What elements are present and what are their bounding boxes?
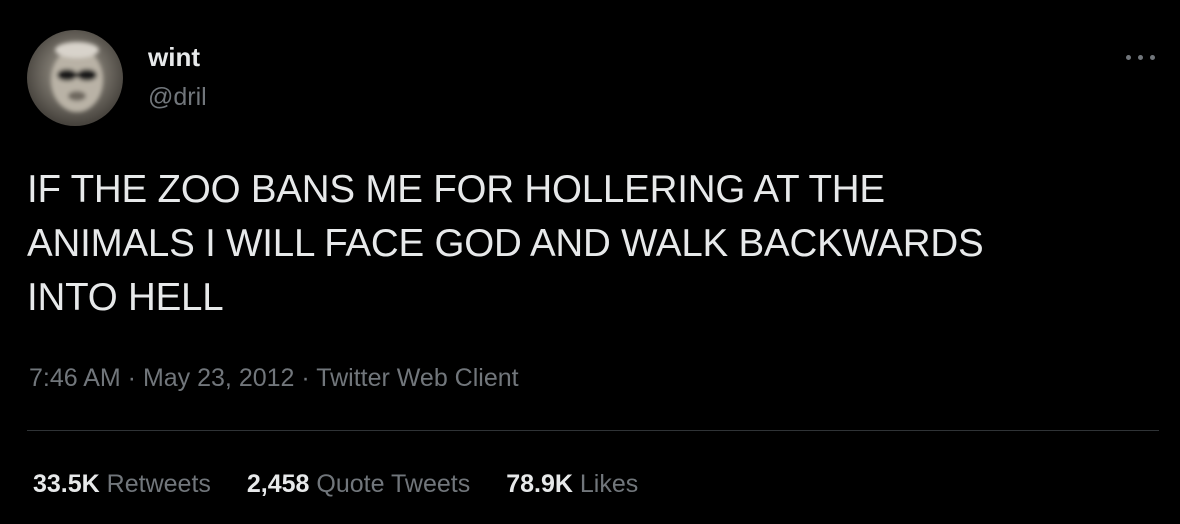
quote-tweets-label: Quote Tweets	[316, 470, 471, 498]
tweet-text: IF THE ZOO BANS ME FOR HOLLERING AT THE …	[27, 168, 984, 319]
tweet-source[interactable]: Twitter Web Client	[316, 364, 518, 392]
retweets-count: 33.5K	[33, 470, 100, 498]
profile-photo-icon	[51, 42, 103, 112]
likes-count: 78.9K	[506, 470, 573, 498]
likes-stat[interactable]: 78.9K Likes	[506, 468, 638, 500]
meta-separator: ·	[294, 364, 317, 392]
retweets-label: Retweets	[106, 470, 211, 498]
more-icon[interactable]	[1122, 44, 1160, 70]
more-dot	[1138, 55, 1143, 60]
more-dot	[1150, 55, 1155, 60]
tweet-date[interactable]: May 23, 2012	[143, 364, 295, 392]
user-handle[interactable]: @dril	[148, 81, 207, 113]
tweet-card: wint @dril IF THE ZOO BANS ME FOR HOLLER…	[0, 0, 1180, 524]
quote-tweets-count: 2,458	[246, 470, 310, 498]
retweets-stat[interactable]: 33.5K Retweets	[33, 468, 211, 500]
tweet-time[interactable]: 7:46 AM	[29, 364, 121, 392]
tweet-stats: 33.5K Retweets 2,458 Quote Tweets 78.9K Li…	[33, 468, 674, 500]
tweet-meta: 7:46 AM · May 23, 2012 · Twitter Web Cli…	[29, 362, 519, 394]
avatar[interactable]	[27, 30, 123, 126]
divider	[27, 430, 1159, 431]
meta-separator: ·	[120, 364, 143, 392]
quote-tweets-stat[interactable]: 2,458 Quote Tweets	[247, 468, 470, 500]
more-dot	[1126, 55, 1131, 60]
display-name[interactable]: wint	[148, 41, 200, 73]
likes-label: Likes	[579, 470, 639, 498]
